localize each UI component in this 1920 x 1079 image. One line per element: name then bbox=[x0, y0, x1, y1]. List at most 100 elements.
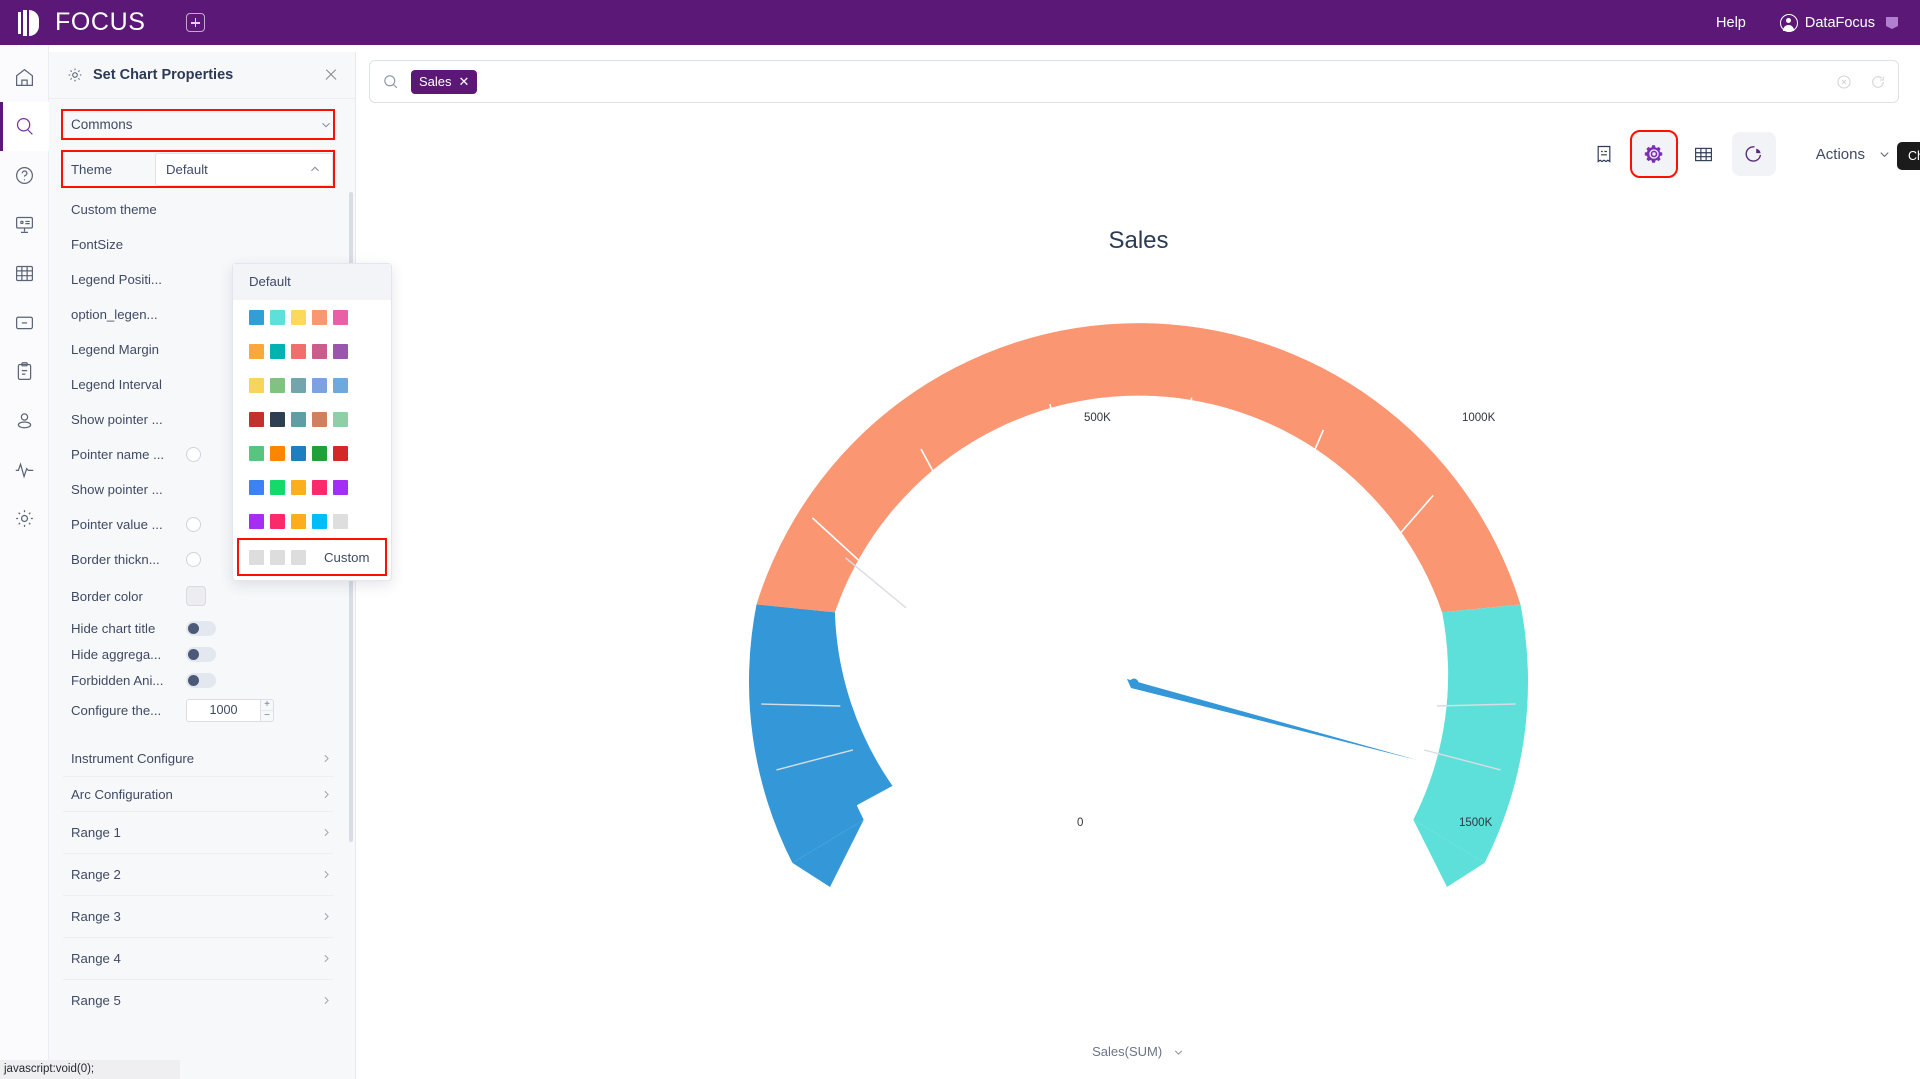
section-label: Range 2 bbox=[71, 867, 121, 882]
chart-legend[interactable]: Sales(SUM) bbox=[357, 1044, 1920, 1059]
help-link[interactable]: Help bbox=[1716, 15, 1746, 31]
gear-icon bbox=[68, 68, 82, 82]
sidebar-item-settings[interactable] bbox=[0, 494, 49, 543]
theme-option-custom[interactable]: Custom bbox=[237, 538, 387, 576]
theme-select[interactable]: Default bbox=[155, 152, 333, 186]
chart-type-button[interactable] bbox=[1731, 132, 1776, 176]
sidebar-item-folder[interactable] bbox=[0, 298, 49, 347]
chevron-right-icon bbox=[324, 790, 329, 798]
user-circle-icon bbox=[1779, 13, 1798, 32]
option-label: FontSize bbox=[71, 237, 124, 252]
grid-table-icon bbox=[15, 265, 33, 282]
theme-palette-row-6[interactable] bbox=[233, 470, 391, 504]
pie-chart-icon bbox=[1745, 146, 1761, 162]
plus-square-icon[interactable] bbox=[185, 13, 205, 32]
gauge-chart bbox=[748, 323, 1529, 887]
option-row-configure-threshold[interactable]: Configure the... 1000 + − bbox=[49, 693, 355, 727]
custom-swatch bbox=[291, 549, 306, 565]
custom-label: Custom bbox=[324, 549, 370, 565]
search-chip-sales[interactable]: Sales ✕ bbox=[411, 69, 478, 94]
sidebar-item-search[interactable] bbox=[0, 102, 49, 151]
theme-palette-row-7[interactable] bbox=[233, 504, 391, 538]
option-row-hide-chart-title[interactable]: Hide chart title bbox=[49, 615, 355, 641]
option-label: Border color bbox=[71, 588, 143, 604]
option-row-forbidden-animation[interactable]: Forbidden Ani... bbox=[49, 667, 355, 693]
hide-chart-title-toggle[interactable] bbox=[186, 620, 216, 636]
user-menu[interactable]: DataFocus bbox=[1779, 13, 1900, 32]
option-row-custom-theme[interactable]: Custom theme bbox=[49, 192, 355, 227]
gauge-tick-label-1500k: 1500K bbox=[1459, 817, 1493, 829]
section-range-1[interactable]: Range 1 bbox=[63, 811, 333, 853]
theme-select-row[interactable]: Theme Default bbox=[61, 150, 335, 188]
theme-value: Default bbox=[166, 161, 208, 177]
receipt-icon-button[interactable] bbox=[1582, 132, 1626, 176]
gauge-tick-label-1000k: 1000K bbox=[1462, 412, 1496, 424]
option-row-hide-aggregation[interactable]: Hide aggrega... bbox=[49, 641, 355, 667]
left-rail bbox=[0, 45, 49, 1079]
table-view-button[interactable] bbox=[1682, 132, 1726, 176]
sidebar-item-presentation[interactable] bbox=[0, 200, 49, 249]
theme-palette-row-1[interactable] bbox=[233, 300, 391, 334]
brand-logo-group[interactable]: FOCUS bbox=[18, 8, 146, 37]
search-bar[interactable]: Sales ✕ bbox=[369, 60, 1899, 103]
folder-minus-icon bbox=[15, 316, 33, 330]
sidebar-item-clipboard[interactable] bbox=[0, 347, 49, 396]
pointer-name-control[interactable] bbox=[186, 447, 201, 462]
chart-configurations-button[interactable] bbox=[1629, 130, 1678, 178]
clear-circle-icon[interactable] bbox=[1836, 74, 1852, 90]
theme-dropdown-header[interactable]: Default bbox=[233, 264, 391, 300]
main-content: Sales ✕ Chart Configurations bbox=[357, 52, 1920, 1079]
hide-aggregation-toggle[interactable] bbox=[186, 646, 216, 662]
palette-swatch bbox=[270, 377, 285, 393]
option-label: Custom theme bbox=[71, 202, 157, 217]
section-arc-configuration[interactable]: Arc Configuration bbox=[63, 776, 333, 811]
section-range-2[interactable]: Range 2 bbox=[63, 853, 333, 895]
sidebar-item-home[interactable] bbox=[0, 53, 49, 102]
theme-palette-row-5[interactable] bbox=[233, 436, 391, 470]
sidebar-item-table[interactable] bbox=[0, 249, 49, 298]
section-label: Range 3 bbox=[71, 909, 121, 924]
palette-swatch bbox=[270, 479, 285, 495]
section-label: Arc Configuration bbox=[71, 786, 173, 802]
section-range-3[interactable]: Range 3 bbox=[63, 895, 333, 937]
option-label: Legend Positi... bbox=[71, 272, 162, 287]
palette-swatch bbox=[333, 377, 348, 393]
section-range-4[interactable]: Range 4 bbox=[63, 937, 333, 979]
close-icon[interactable]: ✕ bbox=[459, 74, 470, 90]
theme-palette-row-3[interactable] bbox=[233, 368, 391, 402]
palette-swatch bbox=[270, 309, 285, 325]
forbidden-animation-toggle[interactable] bbox=[186, 672, 216, 688]
stepper-down[interactable]: − bbox=[261, 710, 273, 721]
actions-menu[interactable]: Actions bbox=[1816, 146, 1892, 163]
refresh-icon[interactable] bbox=[1870, 74, 1886, 90]
border-color-swatch[interactable] bbox=[186, 586, 206, 606]
group-commons[interactable]: Commons bbox=[61, 109, 335, 140]
search-icon bbox=[16, 118, 33, 135]
gauge-pointer bbox=[1127, 678, 1417, 760]
option-label: Legend Interval bbox=[71, 377, 162, 392]
option-label: Legend Margin bbox=[71, 342, 159, 357]
section-list: Instrument Configure Arc Configuration R… bbox=[49, 741, 355, 1021]
sidebar-item-monitor[interactable] bbox=[0, 445, 49, 494]
configure-threshold-stepper[interactable]: + − bbox=[260, 698, 274, 722]
theme-dropdown: Default Custom bbox=[232, 263, 392, 581]
pointer-value-control[interactable] bbox=[186, 517, 201, 532]
sidebar-item-user[interactable] bbox=[0, 396, 49, 445]
section-range-5[interactable]: Range 5 bbox=[63, 979, 333, 1021]
border-thickness-control[interactable] bbox=[186, 552, 201, 567]
chart-title: Sales bbox=[1108, 227, 1169, 254]
chevron-right-icon bbox=[324, 870, 329, 879]
stepper-up[interactable]: + bbox=[261, 699, 273, 711]
section-instrument-configure[interactable]: Instrument Configure bbox=[63, 741, 333, 776]
theme-palette-row-4[interactable] bbox=[233, 402, 391, 436]
theme-palette-row-2[interactable] bbox=[233, 334, 391, 368]
option-row-fontsize[interactable]: FontSize bbox=[49, 227, 355, 262]
palette-swatch bbox=[333, 445, 348, 461]
close-icon[interactable] bbox=[323, 67, 339, 83]
palette-swatch bbox=[312, 309, 327, 325]
option-label: Show pointer ... bbox=[71, 482, 163, 497]
option-row-border-color[interactable]: Border color bbox=[49, 577, 355, 615]
configure-threshold-input[interactable]: 1000 bbox=[186, 698, 260, 722]
gauge-tick-label-0: 0 bbox=[1077, 817, 1084, 829]
sidebar-item-help[interactable] bbox=[0, 151, 49, 200]
